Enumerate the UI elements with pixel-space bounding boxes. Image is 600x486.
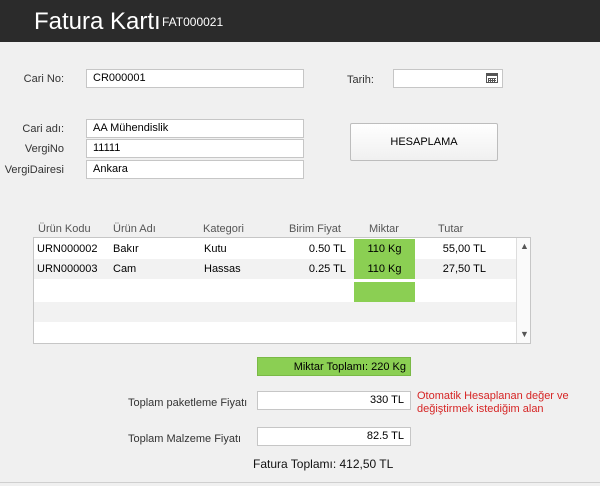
note-line-2: değiştirmek istediğim alan — [417, 403, 544, 415]
miktar-cell-empty[interactable] — [354, 282, 415, 302]
cell-birim-fiyat: 0.25 TL — [308, 263, 346, 275]
column-header-urun-adi[interactable]: Ürün Adı — [113, 223, 156, 235]
fatura-toplami: Fatura Toplamı: 412,50 TL — [253, 457, 394, 471]
auto-calc-note: Otomatik Hesaplanan değer ve değiştirmek… — [417, 390, 569, 416]
cell-urun-adi: Bakır — [113, 243, 139, 255]
page-title: Fatura Kartı — [34, 8, 161, 35]
cari-adi-field[interactable]: AA Mühendislik — [86, 119, 304, 138]
calendar-icon[interactable] — [486, 73, 498, 83]
table-scrollbar[interactable]: ▲ ▼ — [516, 238, 530, 343]
cell-tutar: 55,00 TL — [442, 243, 486, 255]
cell-urun-kodu: URN000003 — [37, 263, 98, 275]
column-header-urun-kodu[interactable]: Ürün Kodu — [38, 223, 91, 235]
cell-birim-fiyat: 0.50 TL — [308, 243, 346, 255]
column-header-tutar[interactable]: Tutar — [438, 223, 463, 235]
cell-kategori: Kutu — [204, 243, 227, 255]
product-table: URN000002 Bakır Kutu 0.50 TL 110 Kg 55,0… — [33, 237, 531, 344]
cari-adi-label: Cari adı: — [22, 123, 64, 135]
cell-tutar: 27,50 TL — [442, 263, 486, 275]
column-header-kategori[interactable]: Kategori — [203, 223, 244, 235]
table-row[interactable]: URN000003 Cam Hassas 0.25 TL 110 Kg 27,5… — [34, 259, 517, 279]
malzeme-label: Toplam Malzeme Fiyatı — [128, 433, 242, 445]
vergi-no-label: VergiNo — [24, 143, 64, 155]
cell-urun-kodu: URN000002 — [37, 243, 98, 255]
note-line-1: Otomatik Hesaplanan değer ve — [417, 390, 569, 402]
column-header-miktar[interactable]: Miktar — [369, 223, 399, 235]
chevron-down-icon[interactable]: ▼ — [520, 330, 529, 339]
table-row[interactable]: URN000002 Bakır Kutu 0.50 TL 110 Kg 55,0… — [34, 239, 517, 259]
chevron-up-icon[interactable]: ▲ — [520, 242, 529, 251]
malzeme-field[interactable]: 82.5 TL — [257, 427, 411, 446]
cell-kategori: Hassas — [204, 263, 241, 275]
hesaplama-button[interactable]: HESAPLAMA — [350, 123, 498, 161]
cell-miktar: 110 Kg — [367, 263, 402, 275]
column-header-birim-fiyat[interactable]: Birim Fiyat — [289, 223, 341, 235]
table-row-empty[interactable] — [34, 322, 517, 342]
table-row-empty[interactable] — [34, 279, 517, 302]
cell-miktar: 110 Kg — [367, 243, 402, 255]
miktar-cell[interactable]: 110 Kg — [354, 259, 415, 279]
miktar-cell[interactable]: 110 Kg — [354, 239, 415, 259]
paketleme-label: Toplam paketleme Fiyatı — [128, 397, 248, 409]
title-bar: Fatura Kartı FAT000021 — [0, 0, 600, 42]
invoice-code: FAT000021 — [162, 15, 224, 29]
cell-urun-adi: Cam — [113, 263, 137, 275]
divider — [0, 482, 600, 483]
vergi-dairesi-field[interactable]: Ankara — [86, 160, 304, 179]
cari-no-label: Cari No: — [23, 73, 64, 85]
table-row-empty[interactable] — [34, 302, 517, 322]
vergi-dairesi-label: VergiDairesi — [4, 164, 64, 176]
tarih-label: Tarih: — [347, 74, 374, 86]
miktar-toplami-bar: Miktar Toplamı: 220 Kg — [257, 357, 411, 376]
cari-no-field[interactable]: CR000001 — [86, 69, 304, 88]
paketleme-field[interactable]: 330 TL — [257, 391, 411, 410]
vergi-no-field[interactable]: 11111 — [86, 139, 304, 158]
